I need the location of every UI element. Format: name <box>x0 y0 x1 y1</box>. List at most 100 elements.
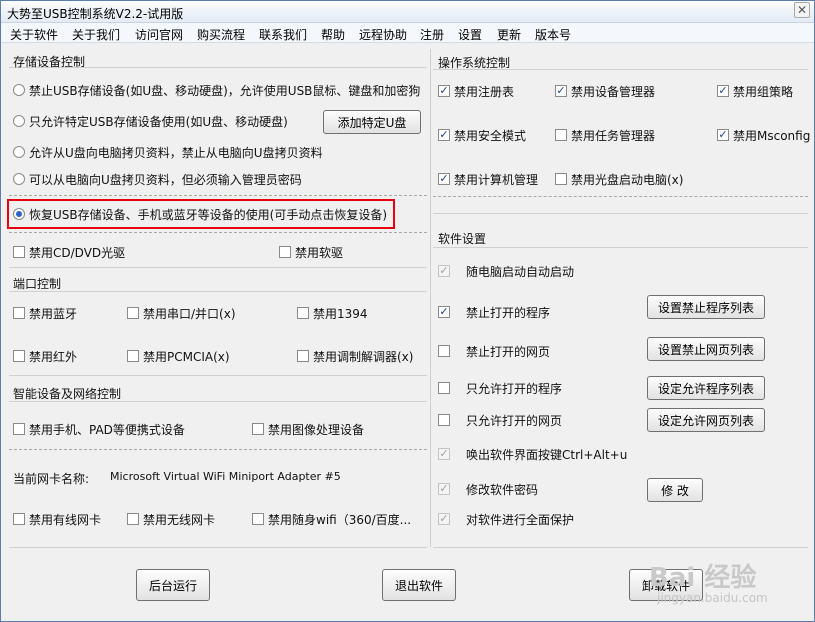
set-blocked-programs-button[interactable]: 设置禁止程序列表 <box>647 295 765 319</box>
check-icon[interactable]: ✓ <box>717 85 729 97</box>
run-in-background-button[interactable]: 后台运行 <box>136 569 210 601</box>
checkbox-box[interactable] <box>13 246 25 258</box>
set-allowed-webpages-button[interactable]: 设定允许网页列表 <box>647 408 765 432</box>
menu-remote-assist[interactable]: 远程协助 <box>359 26 407 43</box>
menu-help[interactable]: 帮助 <box>321 26 345 43</box>
checkbox-box[interactable] <box>555 129 567 141</box>
network-section-title: 智能设备及网络控制 <box>13 387 122 401</box>
add-specific-usb-button[interactable]: 添加特定U盘 <box>323 110 421 134</box>
checkbox-hotkey[interactable]: ✓ 唤出软件界面按键Ctrl+Alt+u <box>438 446 627 462</box>
checkbox-box[interactable] <box>127 513 139 525</box>
checkbox-disable-registry[interactable]: ✓ 禁用注册表 <box>438 83 514 99</box>
check-icon[interactable]: ✓ <box>438 448 450 460</box>
radio-indicator[interactable] <box>13 173 25 185</box>
section-divider <box>433 213 808 214</box>
checkbox-box[interactable] <box>13 423 25 435</box>
menu-contact[interactable]: 联系我们 <box>259 26 307 43</box>
checkbox-box[interactable] <box>127 307 139 319</box>
checkbox-disable-group-policy[interactable]: ✓ 禁用组策略 <box>717 83 793 99</box>
checkbox-disable-cd-dvd[interactable]: 禁用CD/DVD光驱 <box>13 244 125 260</box>
check-icon[interactable]: ✓ <box>438 129 450 141</box>
checkbox-box[interactable] <box>252 513 264 525</box>
section-divider <box>9 267 427 268</box>
menu-about-us[interactable]: 关于我们 <box>72 26 120 43</box>
checkbox-box[interactable] <box>297 350 309 362</box>
nic-name-value: Microsoft Virtual WiFi Miniport Adapter … <box>110 470 341 483</box>
change-password-button[interactable]: 修 改 <box>647 478 703 502</box>
checkbox-allow-programs-only[interactable]: 只允许打开的程序 <box>438 380 562 396</box>
radio-indicator[interactable] <box>13 115 25 127</box>
title-bar: 大势至USB控制系统V2.2-试用版 ✕ <box>1 1 814 23</box>
checkbox-box[interactable] <box>438 382 450 394</box>
checkbox-box[interactable] <box>438 345 450 357</box>
checkbox-disable-modem[interactable]: 禁用调制解调器(x) <box>297 348 413 364</box>
checkbox-block-programs[interactable]: ✓ 禁止打开的程序 <box>438 304 550 320</box>
radio-indicator[interactable] <box>13 84 25 96</box>
checkbox-block-webpages[interactable]: 禁止打开的网页 <box>438 343 550 359</box>
check-icon[interactable]: ✓ <box>438 513 450 525</box>
checkbox-disable-wireless-nic[interactable]: 禁用无线网卡 <box>127 511 215 527</box>
check-icon[interactable]: ✓ <box>438 173 450 185</box>
check-icon[interactable]: ✓ <box>438 265 450 277</box>
nic-name-label: 当前网卡名称: <box>13 472 90 486</box>
radio-indicator[interactable] <box>13 146 25 158</box>
check-icon[interactable]: ✓ <box>438 483 450 495</box>
check-icon[interactable]: ✓ <box>438 306 450 318</box>
checkbox-disable-bluetooth[interactable]: 禁用蓝牙 <box>13 305 77 321</box>
checkbox-allow-webpages-only[interactable]: 只允许打开的网页 <box>438 412 562 428</box>
radio-restore-devices[interactable]: 恢复USB存储设备、手机或蓝牙等设备的使用(可手动点击恢复设备) <box>13 206 387 222</box>
set-blocked-webpages-button[interactable]: 设置禁止网页列表 <box>647 337 765 361</box>
checkbox-box[interactable] <box>13 513 25 525</box>
checkbox-box[interactable] <box>555 173 567 185</box>
checkbox-disable-pcmcia[interactable]: 禁用PCMCIA(x) <box>127 348 230 364</box>
checkbox-disable-portable-wifi[interactable]: 禁用随身wifi（360/百度... <box>252 511 411 527</box>
exit-software-button[interactable]: 退出软件 <box>382 569 456 601</box>
radio-allow-specific-usb[interactable]: 只允许特定USB存储设备使用(如U盘、移动硬盘) <box>13 113 288 129</box>
section-divider <box>433 247 808 248</box>
menu-settings[interactable]: 设置 <box>458 26 482 43</box>
checkbox-disable-imaging[interactable]: 禁用图像处理设备 <box>252 421 364 437</box>
checkbox-disable-msconfig[interactable]: ✓ 禁用Msconfig <box>717 127 810 143</box>
checkbox-disable-safe-mode[interactable]: ✓ 禁用安全模式 <box>438 127 526 143</box>
set-allowed-programs-button[interactable]: 设定允许程序列表 <box>647 376 765 400</box>
checkbox-box[interactable] <box>279 246 291 258</box>
checkbox-autostart[interactable]: ✓ 随电脑启动自动启动 <box>438 263 574 279</box>
check-icon[interactable]: ✓ <box>438 85 450 97</box>
checkbox-box[interactable] <box>13 307 25 319</box>
os-section-title: 操作系统控制 <box>438 56 511 70</box>
checkbox-box[interactable] <box>438 414 450 426</box>
checkbox-disable-task-manager[interactable]: 禁用任务管理器 <box>555 127 655 143</box>
menu-about-software[interactable]: 关于软件 <box>10 26 58 43</box>
menu-update[interactable]: 更新 <box>497 26 521 43</box>
checkbox-full-protection[interactable]: ✓ 对软件进行全面保护 <box>438 511 574 527</box>
radio-block-usb-storage[interactable]: 禁止USB存储设备(如U盘、移动硬盘)，允许使用USB鼠标、键盘和加密狗 <box>13 82 420 98</box>
check-icon[interactable]: ✓ <box>717 129 729 141</box>
window-title: 大势至USB控制系统V2.2-试用版 <box>7 7 184 21</box>
menu-register[interactable]: 注册 <box>420 26 444 43</box>
section-divider <box>9 291 427 292</box>
checkbox-disable-mobile-devices[interactable]: 禁用手机、PAD等便携式设备 <box>13 421 185 437</box>
checkbox-box[interactable] <box>13 350 25 362</box>
section-divider <box>9 375 427 376</box>
menu-website[interactable]: 访问官网 <box>135 26 183 43</box>
checkbox-disable-computer-management[interactable]: ✓ 禁用计算机管理 <box>438 171 538 187</box>
checkbox-disable-cd-boot[interactable]: 禁用光盘启动电脑(x) <box>555 171 683 187</box>
checkbox-disable-floppy[interactable]: 禁用软驱 <box>279 244 343 260</box>
checkbox-box[interactable] <box>252 423 264 435</box>
radio-pc-to-usb-password[interactable]: 可以从电脑向U盘拷贝资料，但必须输入管理员密码 <box>13 171 302 187</box>
checkbox-box[interactable] <box>127 350 139 362</box>
checkbox-change-password[interactable]: ✓ 修改软件密码 <box>438 481 538 497</box>
check-icon[interactable]: ✓ <box>555 85 567 97</box>
checkbox-disable-serial-parallel[interactable]: 禁用串口/并口(x) <box>127 305 236 321</box>
checkbox-disable-wired-nic[interactable]: 禁用有线网卡 <box>13 511 101 527</box>
menu-purchase[interactable]: 购买流程 <box>197 26 245 43</box>
checkbox-box[interactable] <box>297 307 309 319</box>
checkbox-disable-infrared[interactable]: 禁用红外 <box>13 348 77 364</box>
app-window: 大势至USB控制系统V2.2-试用版 ✕ 关于软件 关于我们 访问官网 购买流程… <box>0 0 815 622</box>
radio-usb-to-pc-only[interactable]: 允许从U盘向电脑拷贝资料，禁止从电脑向U盘拷贝资料 <box>13 144 323 160</box>
close-button[interactable]: ✕ <box>794 2 810 18</box>
menu-version[interactable]: 版本号 <box>535 26 571 43</box>
checkbox-disable-device-manager[interactable]: ✓ 禁用设备管理器 <box>555 83 655 99</box>
checkbox-disable-1394[interactable]: 禁用1394 <box>297 305 368 321</box>
radio-indicator[interactable] <box>13 208 25 220</box>
